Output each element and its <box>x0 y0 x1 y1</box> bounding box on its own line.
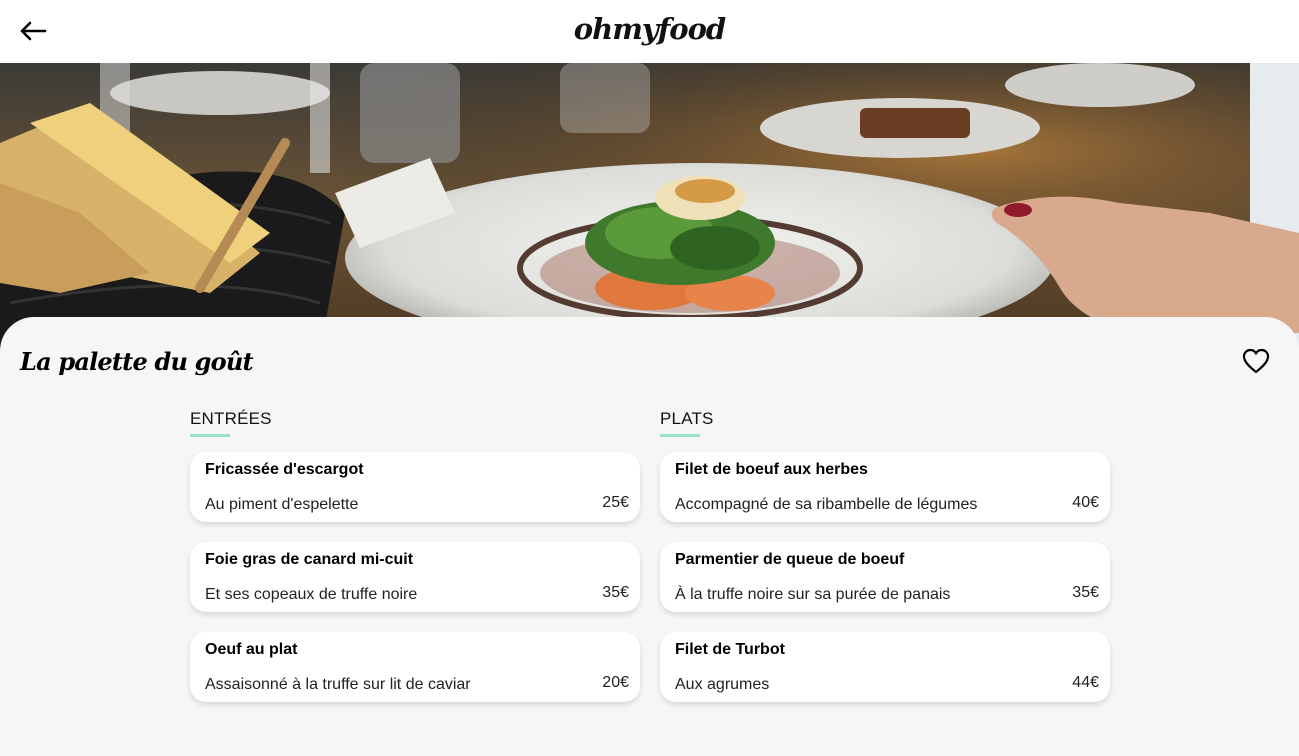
dish-name: Filet de Turbot <box>675 641 785 658</box>
menu-item-card[interactable]: Fricassée d'escargot Au piment d'espelet… <box>190 452 640 522</box>
dish-name: Parmentier de queue de boeuf <box>675 551 905 568</box>
dish-name: Foie gras de canard mi-cuit <box>205 551 414 568</box>
favorite-button[interactable] <box>1241 347 1271 375</box>
dish-description: Et ses copeaux de truffe noire <box>205 586 418 603</box>
dish-name: Fricassée d'escargot <box>205 461 364 478</box>
menu-item-card[interactable]: Foie gras de canard mi-cuit Et ses copea… <box>190 542 640 612</box>
dish-description: À la truffe noire sur sa purée de panais <box>675 586 951 603</box>
dish-price: 25€ <box>602 494 629 511</box>
menu-item-card[interactable]: Parmentier de queue de boeuf À la truffe… <box>660 542 1110 612</box>
section-heading: PLATS <box>660 409 714 428</box>
dish-description: Assaisonné à la truffe sur lit de caviar <box>205 676 471 693</box>
menu-section-entrees: ENTRÉES Fricassée d'escargot Au piment d… <box>190 409 640 702</box>
menu-item-card[interactable]: Filet de Turbot Aux agrumes 44€ <box>660 632 1110 702</box>
dish-description: Accompagné de sa ribambelle de légumes <box>675 496 978 513</box>
hero-image <box>0 63 1299 353</box>
header: ohmyfood <box>0 0 1299 63</box>
section-underline <box>660 434 700 437</box>
dish-price: 35€ <box>1072 584 1099 601</box>
restaurant-title: La palette du goût <box>20 347 254 376</box>
dish-price: 40€ <box>1072 494 1099 511</box>
dish-name: Oeuf au plat <box>205 641 298 658</box>
dish-price: 35€ <box>602 584 629 601</box>
logo[interactable]: ohmyfood <box>0 12 1299 46</box>
heart-icon <box>1242 348 1270 374</box>
dish-description: Au piment d'espelette <box>205 496 359 513</box>
dish-price: 44€ <box>1072 674 1099 691</box>
section-underline <box>190 434 230 437</box>
menu-item-card[interactable]: Oeuf au plat Assaisonné à la truffe sur … <box>190 632 640 702</box>
section-heading: ENTRÉES <box>190 409 272 428</box>
dish-name: Filet de boeuf aux herbes <box>675 461 868 478</box>
menu-item-card[interactable]: Filet de boeuf aux herbes Accompagné de … <box>660 452 1110 522</box>
menu-section-plats: PLATS Filet de boeuf aux herbes Accompag… <box>660 409 1110 702</box>
restaurant-panel: La palette du goût ENTRÉES Fricassée d'e… <box>0 317 1299 756</box>
dish-price: 20€ <box>602 674 629 691</box>
dish-description: Aux agrumes <box>675 676 770 693</box>
